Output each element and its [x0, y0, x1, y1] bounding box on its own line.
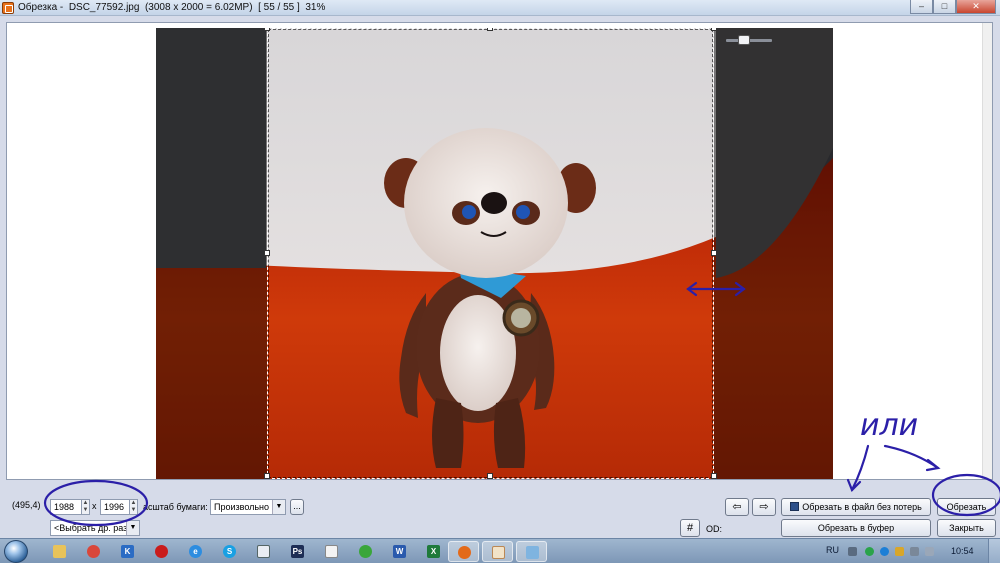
crop-handle-bottom[interactable] — [487, 473, 493, 479]
width-input[interactable]: 1988 — [50, 499, 82, 515]
tray-skype-icon[interactable] — [880, 547, 889, 556]
width-spinner[interactable]: ▲ ▼ — [81, 499, 90, 515]
window-controls: – □ ✕ — [910, 0, 996, 14]
k-icon: K — [121, 545, 134, 558]
word-icon: W — [393, 545, 406, 558]
photo-preview[interactable] — [156, 28, 833, 479]
tray-app-icon[interactable] — [865, 547, 874, 556]
dim-right — [714, 28, 833, 479]
taskbar-window[interactable] — [248, 541, 279, 562]
network-icon[interactable] — [910, 547, 919, 556]
taskbar-chrome[interactable] — [78, 541, 109, 562]
taskbar-firefox[interactable] — [448, 541, 479, 562]
taskbar-refresh[interactable] — [350, 541, 381, 562]
vertical-scrollbar[interactable] — [982, 23, 992, 479]
firefox-icon — [458, 546, 471, 559]
taskbar-document[interactable] — [316, 541, 347, 562]
taskbar-paint[interactable] — [516, 541, 547, 562]
size-separator: x — [92, 501, 97, 511]
taskbar-excel[interactable]: X — [418, 541, 449, 562]
tray-flag-icon[interactable] — [895, 547, 904, 556]
crop-handle-bottom-left[interactable] — [264, 473, 270, 479]
taskbar-word[interactable]: W — [384, 541, 415, 562]
crop-handle-top-left[interactable] — [264, 28, 270, 31]
taskbar-faststone[interactable] — [482, 541, 513, 562]
more-options-button[interactable]: ... — [290, 499, 304, 515]
chevron-down-icon: ▼ — [272, 500, 285, 514]
taskbar: K e S Ps W X RU 10:54 — [0, 538, 1000, 563]
taskbar-explorer[interactable] — [44, 541, 75, 562]
faststone-icon — [492, 546, 505, 559]
prev-image-button[interactable]: ⇦ — [725, 498, 749, 516]
opera-icon — [155, 545, 168, 558]
document-icon — [325, 545, 338, 558]
start-button[interactable] — [4, 540, 28, 563]
refresh-icon — [359, 545, 372, 558]
window-title: Обрезка - DSC_77592.jpg (3008 x 2000 = 6… — [18, 2, 326, 13]
chevron-down-icon: ▼ — [126, 521, 139, 535]
paper-scale-value: Произвольно — [214, 502, 270, 512]
crop-handle-left[interactable] — [264, 250, 270, 256]
crop-handle-right[interactable] — [711, 250, 717, 256]
skype-icon: S — [223, 545, 236, 558]
chrome-icon — [87, 545, 100, 558]
height-spinner[interactable]: ▲ ▼ — [129, 499, 138, 515]
taskbar-ie[interactable]: e — [180, 541, 211, 562]
clock[interactable]: 10:54 — [951, 546, 974, 556]
height-input[interactable]: 1996 — [100, 499, 130, 515]
folder-icon — [53, 545, 66, 558]
window-icon — [257, 545, 270, 558]
close-button[interactable]: Закрыть — [937, 519, 996, 537]
paint-icon — [526, 546, 539, 559]
paper-scale-select[interactable]: Произвольно ▼ — [210, 499, 286, 515]
od-slider-knob[interactable] — [738, 35, 750, 45]
save-icon — [790, 502, 800, 511]
crop-handle-bottom-right[interactable] — [711, 473, 717, 479]
crop-selection[interactable] — [267, 28, 714, 479]
app-icon — [2, 1, 14, 14]
crop-handle-top[interactable] — [487, 28, 493, 31]
grid-toggle-button[interactable]: # — [680, 519, 700, 537]
taskbar-opera[interactable] — [146, 541, 177, 562]
language-indicator[interactable]: RU — [826, 545, 839, 555]
crop-to-file-label: Обрезать в файл без потерь — [802, 502, 922, 512]
next-image-button[interactable]: ⇨ — [752, 498, 776, 516]
taskbar-skype[interactable]: S — [214, 541, 245, 562]
tray-arrow-icon[interactable] — [848, 547, 857, 556]
crop-toolbar: (495,4) 1988 ▲ ▼ x 1996 ▲ ▼ асштаб бумаги:… — [0, 488, 1000, 538]
photoshop-icon: Ps — [291, 545, 304, 558]
other-size-select[interactable]: <Выбрать др. разм ▼ — [50, 520, 140, 536]
close-window-button[interactable]: ✕ — [956, 0, 996, 14]
volume-icon[interactable] — [925, 547, 934, 556]
minimize-button[interactable]: – — [910, 0, 933, 14]
crop-handle-top-right[interactable] — [711, 28, 717, 31]
excel-icon: X — [427, 545, 440, 558]
paper-scale-label: асштаб бумаги: — [143, 502, 208, 512]
cursor-coordinates: (495,4) — [12, 500, 41, 510]
crop-to-buffer-button[interactable]: Обрезать в буфер — [781, 519, 931, 537]
crop-to-file-button[interactable]: Обрезать в файл без потерь — [781, 498, 931, 516]
crop-workspace[interactable] — [6, 22, 993, 480]
ie-icon: e — [189, 545, 202, 558]
show-desktop-button[interactable] — [988, 539, 1000, 563]
dim-left — [156, 28, 267, 479]
taskbar-photoshop[interactable]: Ps — [282, 541, 313, 562]
title-bar: Обрезка - DSC_77592.jpg (3008 x 2000 = 6… — [0, 0, 1000, 16]
crop-button[interactable]: Обрезать — [937, 498, 996, 516]
taskbar-k[interactable]: K — [112, 541, 143, 562]
other-size-value: <Выбрать др. разм — [54, 523, 134, 533]
od-label: OD: — [706, 524, 723, 534]
maximize-button[interactable]: □ — [933, 0, 956, 14]
